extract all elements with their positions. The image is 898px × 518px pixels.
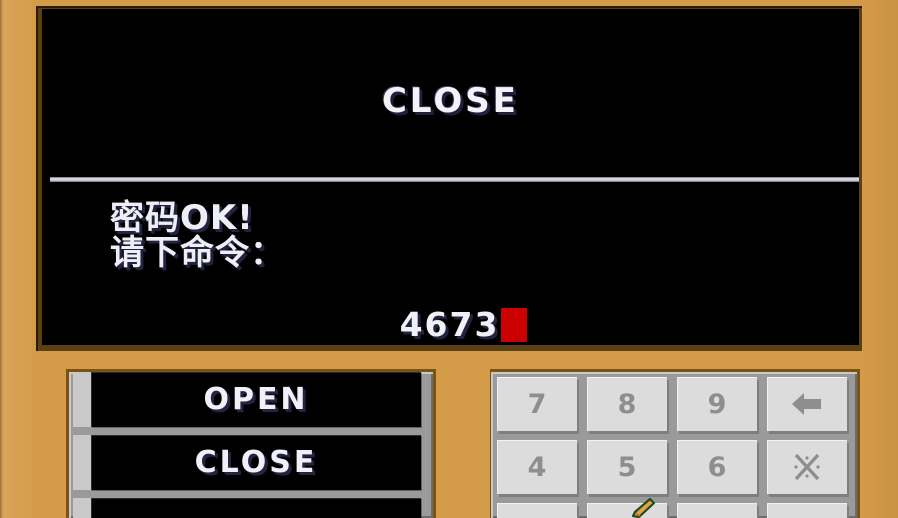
list-item[interactable]: CLOSE: [69, 435, 433, 495]
keypad-key-cancel[interactable]: [767, 440, 847, 494]
keypad-key-backspace[interactable]: [767, 377, 847, 431]
message-line-2: 请下命令：: [110, 232, 285, 273]
command-third-button[interactable]: [91, 498, 421, 518]
list-item[interactable]: OPEN: [69, 372, 433, 432]
page-title: CLOSE: [381, 81, 520, 121]
keypad-grid: 7 8 9 4 5 6: [497, 377, 855, 518]
keypad-key-8[interactable]: 8: [587, 377, 667, 431]
command-panel: OPEN CLOSE: [69, 372, 433, 518]
display-surface: CLOSE 密码OK! 请下命令： 4673: [42, 9, 859, 345]
keypad-key-5[interactable]: 5: [587, 440, 667, 494]
control-area: OPEN CLOSE 7 8 9 4 5 6: [0, 355, 898, 518]
keypad-key-6[interactable]: 6: [677, 440, 757, 494]
cancel-x-icon: [791, 452, 823, 482]
keypad-key-7-label: 7: [527, 388, 547, 420]
game-screen: CLOSE 密码OK! 请下命令： 4673 OPEN CLOSE 7 8 9 …: [0, 0, 898, 518]
keypad-key-4-label: 4: [527, 451, 547, 483]
backspace-arrow-icon: [790, 391, 824, 417]
command-entry-row[interactable]: 4673: [42, 305, 859, 344]
command-tab: [73, 498, 91, 518]
command-close-button[interactable]: CLOSE: [91, 435, 421, 490]
list-item[interactable]: [69, 498, 433, 518]
command-open-button[interactable]: OPEN: [91, 372, 421, 427]
keypad-key-8-label: 8: [617, 388, 637, 420]
keypad-panel: 7 8 9 4 5 6: [491, 372, 857, 518]
command-tab: [73, 435, 91, 490]
keypad-key-4[interactable]: 4: [497, 440, 577, 494]
keypad-key-row3-4[interactable]: [767, 503, 847, 518]
keypad-key-6-label: 6: [707, 451, 727, 483]
keypad-key-row3-2[interactable]: [587, 503, 667, 518]
command-entry-value: 4673: [399, 305, 500, 344]
command-close-label: CLOSE: [194, 445, 318, 480]
frame-separator: [436, 355, 490, 518]
keypad-key-9-label: 9: [707, 388, 727, 420]
keypad-key-5-label: 5: [617, 451, 637, 483]
keypad-key-7[interactable]: 7: [497, 377, 577, 431]
divider: [50, 177, 859, 182]
keypad-key-row3-1[interactable]: [497, 503, 577, 518]
keypad-key-9[interactable]: 9: [677, 377, 757, 431]
text-cursor: [501, 307, 528, 342]
message-line-1: 密码OK!: [110, 198, 254, 238]
keypad-key-row3-3[interactable]: [677, 503, 757, 518]
terminal-display: CLOSE 密码OK! 请下命令： 4673: [36, 6, 862, 351]
command-open-label: OPEN: [203, 382, 309, 417]
message-block: 密码OK! 请下命令：: [110, 201, 285, 270]
command-tab: [73, 372, 91, 427]
